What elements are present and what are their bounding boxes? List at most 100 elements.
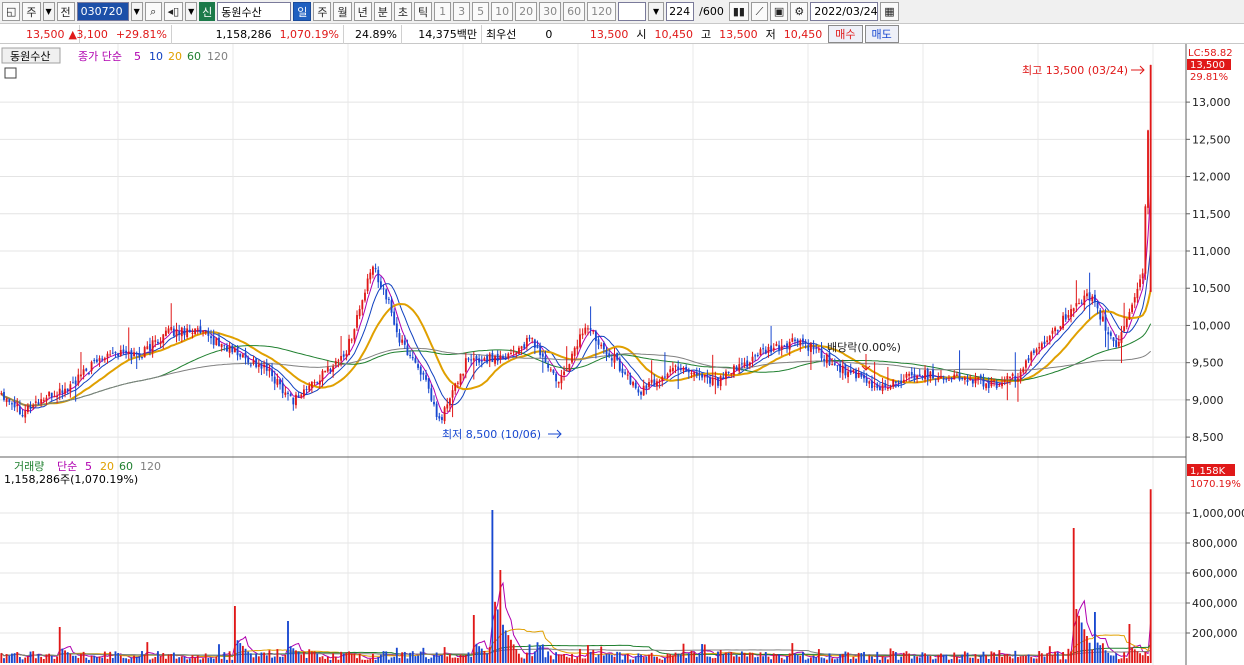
toolbar: ◱ 주 ▼ 전 030720 ▼ ⌕ ◂▯ ▼ 신 동원수산 일 주 월 년 분…: [0, 0, 1244, 24]
volume-bar: [443, 647, 446, 663]
candle-body: [164, 330, 167, 336]
volume-tick-label: 400,000: [1192, 597, 1238, 610]
volume-bar: [1067, 648, 1070, 663]
speaker-icon[interactable]: ◂▯: [163, 2, 184, 21]
volume-bar: [90, 656, 93, 663]
prefix-button[interactable]: 전: [56, 2, 75, 21]
candle-body: [602, 343, 605, 350]
candle-body: [122, 349, 125, 353]
candle-body: [141, 356, 143, 358]
interval-20[interactable]: 20: [515, 2, 538, 21]
volume: 1,158,286: [215, 27, 272, 41]
volume-bar: [775, 654, 778, 663]
candle-body: [549, 369, 552, 371]
interval-3[interactable]: 3: [453, 2, 471, 21]
buy-button[interactable]: 매수: [828, 25, 863, 43]
volume-bar: [287, 621, 289, 663]
chevron-down-icon[interactable]: ▼: [648, 2, 665, 21]
candle-body: [998, 385, 1001, 387]
chevron-down-icon[interactable]: ▼: [42, 2, 55, 21]
candle-body: [289, 394, 292, 397]
candle-body: [435, 403, 438, 418]
trade-amount: 14,375백만: [418, 28, 477, 41]
gear-icon[interactable]: ⚙: [790, 2, 809, 21]
menu-icon[interactable]: ◱: [2, 2, 21, 21]
volume-bar: [942, 654, 945, 663]
legend-vol-ma5: 5: [85, 460, 92, 473]
volume-bar: [897, 659, 900, 663]
period-month[interactable]: 월: [333, 2, 352, 21]
chart-type-icon[interactable]: ▮▮: [728, 2, 749, 21]
interval-5[interactable]: 5: [472, 2, 490, 21]
period-day[interactable]: 일: [293, 2, 312, 21]
candle-body: [839, 363, 842, 373]
stock-code-input[interactable]: 030720: [76, 2, 129, 21]
candle-body: [98, 358, 101, 362]
volume-bar: [390, 657, 393, 663]
volume-bar: [127, 659, 130, 663]
volume-bar: [1115, 653, 1118, 663]
period-tick[interactable]: 틱: [413, 2, 433, 21]
interval-1[interactable]: 1: [434, 2, 452, 21]
interval-10[interactable]: 10: [491, 2, 514, 21]
volume-bar: [857, 652, 860, 663]
interval-120[interactable]: 120: [587, 2, 617, 21]
line-tool-icon[interactable]: ⟋: [750, 2, 768, 21]
volume-bar: [629, 659, 632, 663]
volume-bar: [507, 635, 510, 663]
volume-bar: [37, 653, 40, 663]
volume-bar: [600, 646, 603, 663]
volume-bar: [300, 654, 303, 663]
volume-bar: [778, 654, 780, 663]
interval-60[interactable]: 60: [563, 2, 586, 21]
volume-bar: [1051, 654, 1054, 663]
legend-vol-ma20: 20: [100, 460, 114, 473]
volume-bar: [119, 655, 122, 663]
high-label: 고: [701, 28, 712, 41]
candle-body: [1112, 337, 1115, 342]
candle-body: [1054, 327, 1057, 332]
volume-bar: [531, 656, 534, 663]
candle-body: [459, 373, 462, 385]
volume-bar: [122, 657, 125, 663]
volume-bar: [533, 651, 536, 663]
volume-bar: [164, 658, 167, 663]
priority-label: 최우선: [486, 28, 517, 41]
volume-bar: [794, 653, 796, 663]
candle-body: [507, 353, 510, 359]
candle-body: [417, 364, 419, 368]
market-select[interactable]: 주: [22, 2, 41, 21]
calendar-icon[interactable]: ▦: [880, 2, 899, 21]
period-year[interactable]: 년: [353, 2, 372, 21]
candle-body: [783, 345, 786, 347]
candle-body: [77, 374, 80, 385]
save-icon[interactable]: ▣: [769, 2, 789, 21]
candle-body: [932, 369, 934, 379]
candle-body: [255, 358, 258, 368]
interval-30[interactable]: 30: [539, 2, 562, 21]
volume-bar: [706, 656, 709, 663]
volume-bar: [454, 657, 457, 663]
volume-bar: [894, 652, 897, 663]
volume-bar: [725, 652, 727, 663]
chevron-down-icon[interactable]: ▼: [185, 2, 198, 21]
period-week[interactable]: 주: [313, 2, 332, 21]
volume-tick-label: 600,000: [1192, 567, 1238, 580]
candle-body: [653, 379, 656, 385]
candle-body: [117, 353, 120, 356]
chevron-down-icon[interactable]: ▼: [130, 2, 143, 21]
date-input[interactable]: 2022/03/24: [810, 2, 879, 21]
candle-body: [924, 370, 926, 380]
volume-bar: [1054, 651, 1057, 663]
volume-bar: [552, 659, 555, 663]
candle-body: [841, 365, 844, 374]
volume-bar: [271, 657, 274, 663]
volume-bar: [987, 659, 990, 663]
sell-button[interactable]: 매도: [864, 25, 899, 43]
search-icon[interactable]: ⌕: [144, 2, 162, 21]
period-second[interactable]: 초: [393, 2, 412, 21]
period-minute[interactable]: 분: [373, 2, 392, 21]
custom-interval-input[interactable]: [618, 2, 647, 21]
candle-body: [276, 379, 279, 385]
count-input[interactable]: 224: [666, 2, 695, 21]
